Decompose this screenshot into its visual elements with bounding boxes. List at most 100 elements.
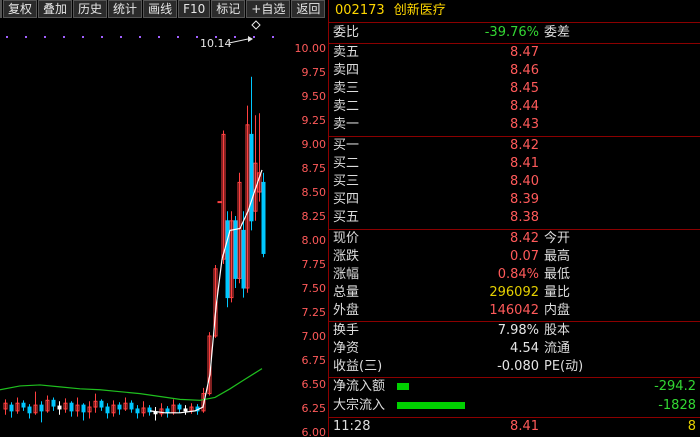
weibi-label: 委比 — [333, 25, 360, 40]
candle-body — [249, 133, 254, 222]
marker-dot — [101, 36, 103, 38]
sell-level-price: 8.43 — [510, 117, 539, 132]
marker-dot — [44, 36, 46, 38]
stat-label: 最高 — [544, 249, 571, 264]
sell-level-price: 8.46 — [510, 63, 539, 78]
price-axis: 10.00 9.75 9.50 9.25 9.00 8.75 8.50 8.25 8.00 7.7… — [295, 42, 327, 437]
high-price-label: 10.14 — [200, 37, 232, 50]
candle-body — [217, 201, 222, 204]
f10-button[interactable]: F10 — [178, 0, 211, 18]
candle-body — [21, 402, 26, 408]
stat-label: 涨跌 — [333, 249, 360, 264]
statistics-button[interactable]: 统计 — [108, 0, 143, 18]
toolbar-handle — [0, 0, 2, 18]
candle-body — [57, 405, 62, 410]
stat-label: 最低 — [544, 267, 571, 282]
marker-dot — [25, 36, 27, 38]
candle-body — [9, 404, 14, 412]
ma-white-line — [149, 169, 263, 414]
order-book-buy-2[interactable]: 买二 8.41 — [329, 155, 700, 173]
order-book-buy-1[interactable]: 买一 8.42 — [329, 137, 700, 155]
chart-toolbar: 复权 叠加 历史 统计 画线 F10 标记 +自选 返回 — [0, 0, 328, 18]
order-book-sell-1[interactable]: 卖一 8.43 — [329, 116, 700, 134]
marker-dot — [6, 36, 8, 38]
stat-label: 收益(三) — [333, 359, 383, 374]
sell-level-price: 8.44 — [510, 99, 539, 114]
history-button[interactable]: 历史 — [73, 0, 108, 18]
price-tick-label: 9.75 — [302, 66, 327, 79]
candle-body — [27, 406, 32, 414]
marker-dot — [120, 36, 122, 38]
back-button[interactable]: 返回 — [291, 0, 326, 18]
candle-body — [261, 181, 266, 254]
buy-level-price: 8.40 — [510, 174, 539, 189]
buy-level-price: 8.39 — [510, 192, 539, 207]
buy-level-price: 8.41 — [510, 156, 539, 171]
stat-value: 0.84% — [497, 267, 539, 282]
stat-label: 股本 — [544, 323, 571, 338]
order-book-buy-3[interactable]: 买三 8.40 — [329, 173, 700, 191]
price-tick-label: 10.00 — [295, 42, 327, 55]
order-book-buy-4[interactable]: 买四 8.39 — [329, 191, 700, 209]
candle-body — [39, 404, 44, 412]
high-price-marker: 10.14 — [200, 20, 261, 50]
flow-row-net-inflow: 净流入额 -294.2 — [329, 378, 700, 396]
flow-value: -294.2 — [654, 379, 696, 394]
buy-level-label: 买四 — [333, 192, 360, 207]
sell-level-label: 卖五 — [333, 45, 360, 60]
divider — [329, 22, 700, 23]
price-tick-label: 6.25 — [302, 402, 327, 415]
marker-dot — [234, 36, 236, 38]
marker-dot — [253, 36, 255, 38]
draw-line-button[interactable]: 画线 — [143, 0, 178, 18]
marker-dot — [272, 36, 274, 38]
buy-level-label: 买三 — [333, 174, 360, 189]
candle-body — [135, 408, 140, 414]
ma-green-line — [0, 368, 263, 401]
sell-level-price: 8.45 — [510, 81, 539, 96]
sell-level-label: 卖四 — [333, 63, 360, 78]
flow-row-block-inflow: 大宗流入 -1828 — [329, 397, 700, 415]
marker-dot — [158, 36, 160, 38]
stat-value: 146042 — [489, 303, 539, 318]
stock-title: 002173 创新医疗 — [335, 2, 446, 20]
diamond-icon — [251, 20, 261, 30]
price-tick-label: 9.00 — [302, 138, 327, 151]
buy-level-label: 买五 — [333, 210, 360, 225]
stat-row-change: 涨跌 0.07 最高 — [329, 248, 700, 266]
candle-body — [183, 408, 188, 412]
price-tick-label: 7.00 — [302, 330, 327, 343]
stat-label: 外盘 — [333, 303, 360, 318]
price-tick-label: 8.75 — [302, 162, 327, 175]
tick-volume: 8 — [687, 419, 696, 434]
price-tick-label: 8.25 — [302, 210, 327, 223]
weibi-row: 委比 -39.76% 委差 — [329, 24, 700, 42]
stat-row-volume: 总量 296092 量比 — [329, 284, 700, 302]
kline-chart[interactable]: 10.00 9.75 9.50 9.25 9.00 8.75 8.50 8.25 8.00 7.7… — [0, 18, 328, 437]
stat-label: 涨幅 — [333, 267, 360, 282]
candle-body — [225, 220, 230, 299]
marker-dot — [63, 36, 65, 38]
moving-averages — [0, 169, 263, 414]
mark-button[interactable]: 标记 — [211, 0, 246, 18]
price-tick-label: 8.00 — [302, 234, 327, 247]
sell-level-label: 卖一 — [333, 117, 360, 132]
order-book-sell-3[interactable]: 卖三 8.45 — [329, 80, 700, 98]
stat-value: 8.42 — [510, 231, 539, 246]
order-book-sell-2[interactable]: 卖二 8.44 — [329, 98, 700, 116]
overlay-button[interactable]: 叠加 — [38, 0, 73, 18]
candle-body — [105, 406, 110, 414]
stat-row-price: 现价 8.42 今开 — [329, 230, 700, 248]
price-tick-label: 7.25 — [302, 306, 327, 319]
candle-body — [99, 400, 104, 408]
order-book-sell-5[interactable]: 卖五 8.47 — [329, 44, 700, 62]
fuquan-button[interactable]: 复权 — [3, 0, 38, 18]
buy-level-price: 8.42 — [510, 138, 539, 153]
candle-body — [177, 404, 182, 410]
order-book-sell-4[interactable]: 卖四 8.46 — [329, 62, 700, 80]
price-tick-label: 9.25 — [302, 114, 327, 127]
add-watchlist-button[interactable]: +自选 — [246, 0, 291, 18]
price-tick-label: 6.00 — [302, 426, 327, 437]
sell-level-price: 8.47 — [510, 45, 539, 60]
order-book-buy-5[interactable]: 买五 8.38 — [329, 209, 700, 227]
